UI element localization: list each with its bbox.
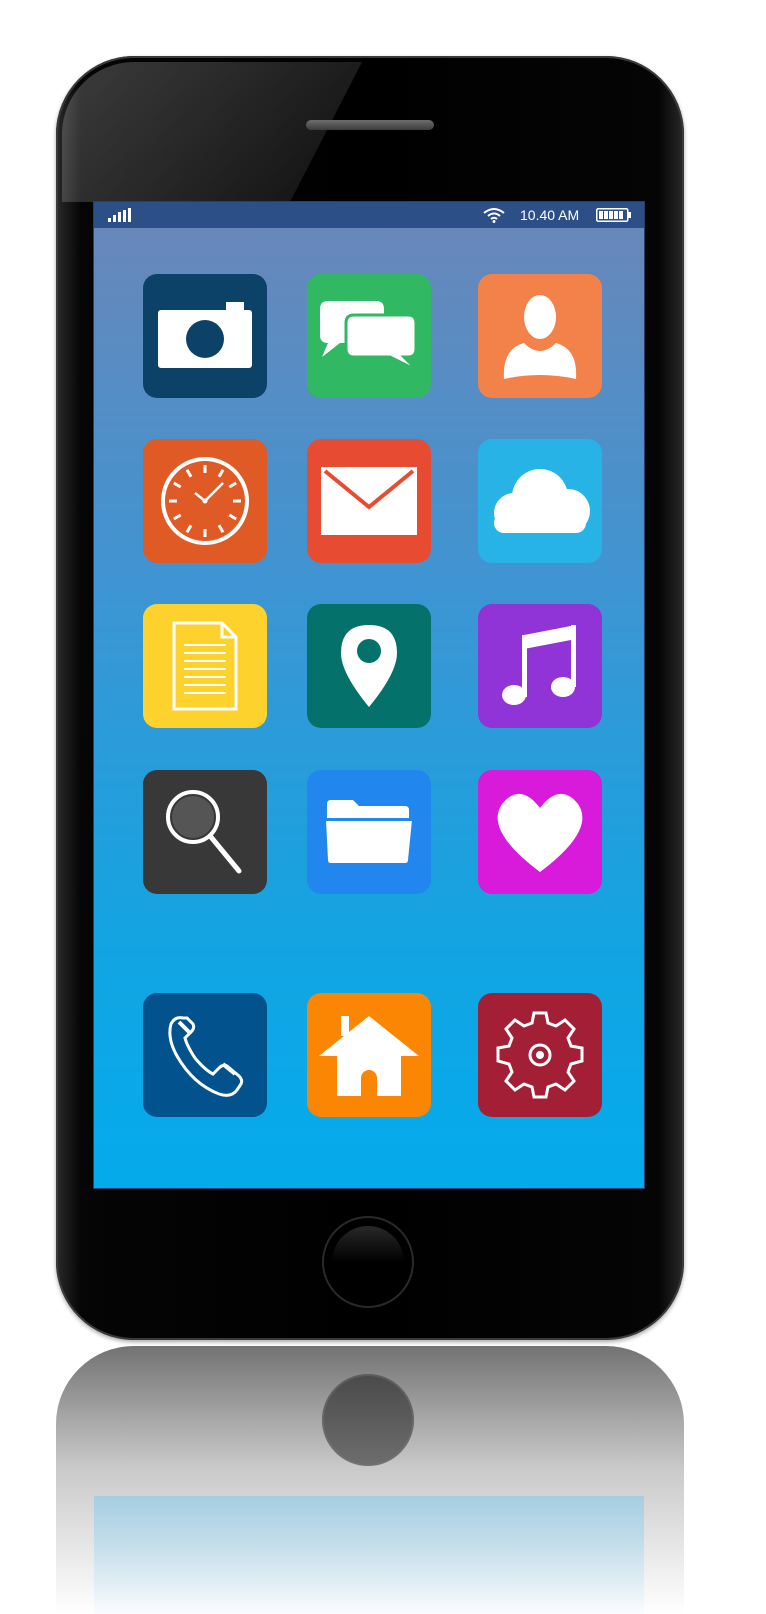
search-app[interactable] xyxy=(143,770,267,894)
gear-icon xyxy=(496,1011,584,1099)
signal-icon xyxy=(108,208,131,222)
folder-icon xyxy=(325,800,413,864)
music-app[interactable] xyxy=(478,604,602,728)
phone-handset-icon xyxy=(168,1016,244,1097)
clock-app[interactable] xyxy=(143,439,267,563)
cloud-icon xyxy=(494,469,590,533)
home-screen: 10.40 AM xyxy=(93,201,645,1189)
heart-icon xyxy=(497,793,583,872)
camera-app[interactable] xyxy=(143,274,267,398)
files-app[interactable] xyxy=(307,770,431,894)
music-note-icon xyxy=(502,625,576,705)
status-time: 10.40 AM xyxy=(520,207,580,223)
house-icon xyxy=(319,1016,419,1096)
phone-app[interactable] xyxy=(143,993,267,1117)
messages-app[interactable] xyxy=(307,274,431,398)
clock-icon xyxy=(161,457,249,545)
chat-bubbles-icon xyxy=(320,301,420,371)
home-button[interactable] xyxy=(322,1216,414,1308)
location-pin-icon xyxy=(341,625,397,707)
screen-reflection xyxy=(94,1496,644,1614)
cloud-app[interactable] xyxy=(478,439,602,563)
document-icon xyxy=(172,621,238,711)
person-icon xyxy=(503,295,577,379)
phone-reflection xyxy=(56,1346,684,1614)
contacts-app[interactable] xyxy=(478,274,602,398)
status-bar: 10.40 AM xyxy=(94,202,644,228)
mail-app[interactable] xyxy=(307,439,431,563)
home-app[interactable] xyxy=(307,993,431,1117)
home-button-reflection xyxy=(322,1374,414,1466)
envelope-icon xyxy=(321,467,417,535)
settings-app[interactable] xyxy=(478,993,602,1117)
wifi-icon xyxy=(483,208,505,223)
maps-app[interactable] xyxy=(307,604,431,728)
camera-icon xyxy=(158,302,252,368)
magnifier-icon xyxy=(166,790,242,874)
notes-app[interactable] xyxy=(143,604,267,728)
favorites-app[interactable] xyxy=(478,770,602,894)
battery-icon xyxy=(596,208,631,222)
speaker-grille xyxy=(306,120,434,130)
